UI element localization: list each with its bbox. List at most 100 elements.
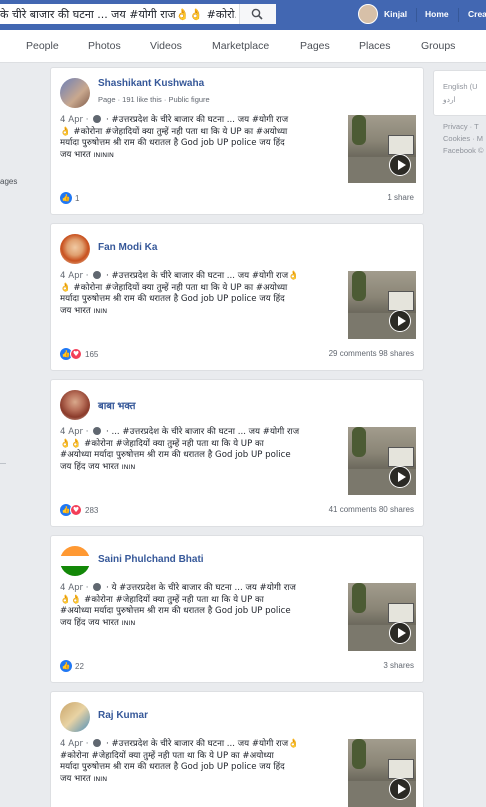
avatar[interactable] (60, 78, 90, 108)
share-count[interactable]: 98 shares (379, 349, 414, 358)
like-icon: 👍 (60, 660, 72, 672)
post-card: Raj Kumar 4 Apr · · #उत्तरप्रदेश के चीरे… (50, 691, 424, 807)
tab-photos[interactable]: Photos (88, 40, 121, 52)
post-text-line: #उत्तरप्रदेश के चीरे बाजार की घटना ... ज… (111, 271, 299, 281)
post-text-line: #अयोध्या मर्यादा पुरुषोत्तम श्री राम की … (60, 450, 291, 461)
avatar[interactable] (60, 702, 90, 732)
post-author[interactable]: Shashikant Kushwaha (98, 78, 204, 89)
play-icon[interactable] (389, 154, 411, 176)
play-icon[interactable] (389, 466, 411, 488)
footer-copyright: Facebook © (443, 146, 484, 155)
post-text-line: ये #उत्तरप्रदेश के चीरे बाजार की घटना ..… (111, 583, 296, 593)
thumbnail-scene (352, 271, 366, 301)
post-author[interactable]: Raj Kumar (98, 710, 148, 721)
post-author[interactable]: Fan Modi Ka (98, 242, 157, 253)
post-card: Saini Phulchand Bhati 4 Apr · · ये #उत्त… (50, 535, 424, 683)
reaction-count: 22 (75, 661, 84, 671)
tab-groups[interactable]: Groups (421, 40, 455, 52)
reactions[interactable]: 👍 22 (60, 660, 84, 672)
post-author[interactable]: बाबा भक्त (98, 398, 135, 412)
post-date[interactable]: 4 Apr · (60, 427, 91, 437)
search-icon (251, 8, 263, 20)
play-icon[interactable] (389, 778, 411, 800)
footer-link-cookies[interactable]: Cookies · M (443, 134, 483, 143)
profile-name: Kinjal (384, 9, 408, 19)
reactions[interactable]: 👍 1 (60, 192, 79, 204)
play-icon[interactable] (389, 622, 411, 644)
share-count[interactable]: 3 shares (383, 661, 414, 670)
profile-link[interactable]: Kinjal (358, 4, 407, 24)
post-text-line: #कोरोना #जेहादियों क्या तुम्हें नही पता … (60, 750, 274, 761)
globe-icon (93, 115, 102, 123)
post-text: 4 Apr · · #उत्तरप्रदेश के चीरे बाजार की … (60, 115, 289, 160)
search-box[interactable]: के चीरे बाजार की घटना ... जय #योगी राज👌👌… (0, 4, 276, 24)
post-text-line: #उत्तरप्रदेश के चीरे बाजार की घटना ... ज… (111, 739, 299, 749)
video-thumbnail[interactable] (348, 583, 416, 651)
language-english[interactable]: English (U (443, 82, 478, 91)
post-text-suffix: ININ (121, 618, 136, 627)
thumbnail-scene (388, 291, 414, 311)
avatar[interactable] (60, 546, 90, 576)
comment-count[interactable]: 41 comments (329, 505, 377, 514)
comment-count[interactable]: 29 comments (329, 349, 377, 358)
avatar[interactable] (60, 234, 90, 264)
post-text-line: जय भारत (60, 305, 94, 316)
thumbnail-scene (388, 447, 414, 467)
share-count[interactable]: 1 share (387, 193, 414, 202)
search-filter-tabs: People Photos Videos Marketplace Pages P… (0, 30, 486, 63)
post-text-line: #उत्तरप्रदेश के चीरे बाजार की घटना ... ज… (111, 115, 289, 125)
reaction-count: 1 (75, 193, 80, 203)
play-icon[interactable] (389, 310, 411, 332)
tab-people[interactable]: People (26, 40, 59, 52)
reactions[interactable]: 👍 ♥ 165 (60, 348, 98, 360)
post-text-line: 👌 #कोरोना #जेहादियों क्या तुम्हें नही पत… (60, 282, 288, 293)
video-thumbnail[interactable] (348, 271, 416, 339)
post-text-line: जय भारत (60, 773, 94, 784)
video-thumbnail[interactable] (348, 739, 416, 807)
search-button[interactable] (239, 4, 276, 24)
post-text: 4 Apr · · #उत्तरप्रदेश के चीरे बाजार की … (60, 739, 299, 784)
tab-places[interactable]: Places (359, 40, 391, 52)
post-card: Shashikant Kushwaha Page · 191 like this… (50, 67, 424, 215)
avatar[interactable] (60, 390, 90, 420)
left-nav-fragment[interactable]: ages (0, 177, 17, 186)
tab-videos[interactable]: Videos (150, 40, 182, 52)
post-text-suffix: ININ (93, 306, 108, 315)
post-text-line: जय हिंद जय भारत (60, 461, 122, 472)
language-urdu[interactable]: اردو (443, 95, 456, 104)
post-date[interactable]: 4 Apr · (60, 271, 91, 281)
video-thumbnail[interactable] (348, 115, 416, 183)
search-input[interactable]: के चीरे बाजार की घटना ... जय #योगी राज👌👌… (0, 7, 236, 22)
post-card: Fan Modi Ka 4 Apr · · #उत्तरप्रदेश के ची… (50, 223, 424, 371)
comment-share-counts[interactable]: 41 comments 80 shares (329, 505, 414, 514)
post-author-meta: Page · 191 like this · Public figure (98, 95, 210, 104)
post-text: 4 Apr · · #उत्तरप्रदेश के चीरे बाजार की … (60, 271, 299, 316)
reactions[interactable]: 👍 ♥ 283 (60, 504, 98, 516)
post-text-suffix: ININ (121, 462, 136, 471)
create-link[interactable]: Crea (468, 9, 486, 19)
footer-link-privacy[interactable]: Privacy · T (443, 122, 479, 131)
love-icon: ♥ (70, 348, 82, 360)
post-text: 4 Apr · · ... #उत्तरप्रदेश के चीरे बाजार… (60, 427, 300, 472)
post-date[interactable]: 4 Apr · (60, 739, 91, 749)
language-card (433, 70, 486, 116)
post-text: 4 Apr · · ये #उत्तरप्रदेश के चीरे बाजार … (60, 583, 296, 628)
post-author[interactable]: Saini Phulchand Bhati (98, 554, 204, 565)
avatar (358, 4, 378, 24)
video-thumbnail[interactable] (348, 427, 416, 495)
thumbnail-scene (352, 583, 366, 613)
share-count[interactable]: 80 shares (379, 505, 414, 514)
home-link[interactable]: Home (425, 9, 449, 19)
post-text-line: 👌👌 #कोरोना #जेहादियों क्या तुम्हें नही प… (60, 438, 264, 449)
thumbnail-scene (388, 603, 414, 623)
post-date[interactable]: 4 Apr · (60, 583, 91, 593)
post-text-line: #अयोध्या मर्यादा पुरुषोत्तम श्री राम की … (60, 606, 291, 617)
left-divider (0, 463, 6, 464)
post-date[interactable]: 4 Apr · (60, 115, 91, 125)
tab-marketplace[interactable]: Marketplace (212, 40, 269, 52)
tab-pages[interactable]: Pages (300, 40, 330, 52)
top-nav-bar: के चीरे बाजार की घटना ... जय #योगी राज👌👌… (0, 0, 486, 30)
comment-share-counts[interactable]: 29 comments 98 shares (329, 349, 414, 358)
nav-divider (458, 8, 459, 22)
post-text-suffix: INININ (93, 150, 114, 159)
